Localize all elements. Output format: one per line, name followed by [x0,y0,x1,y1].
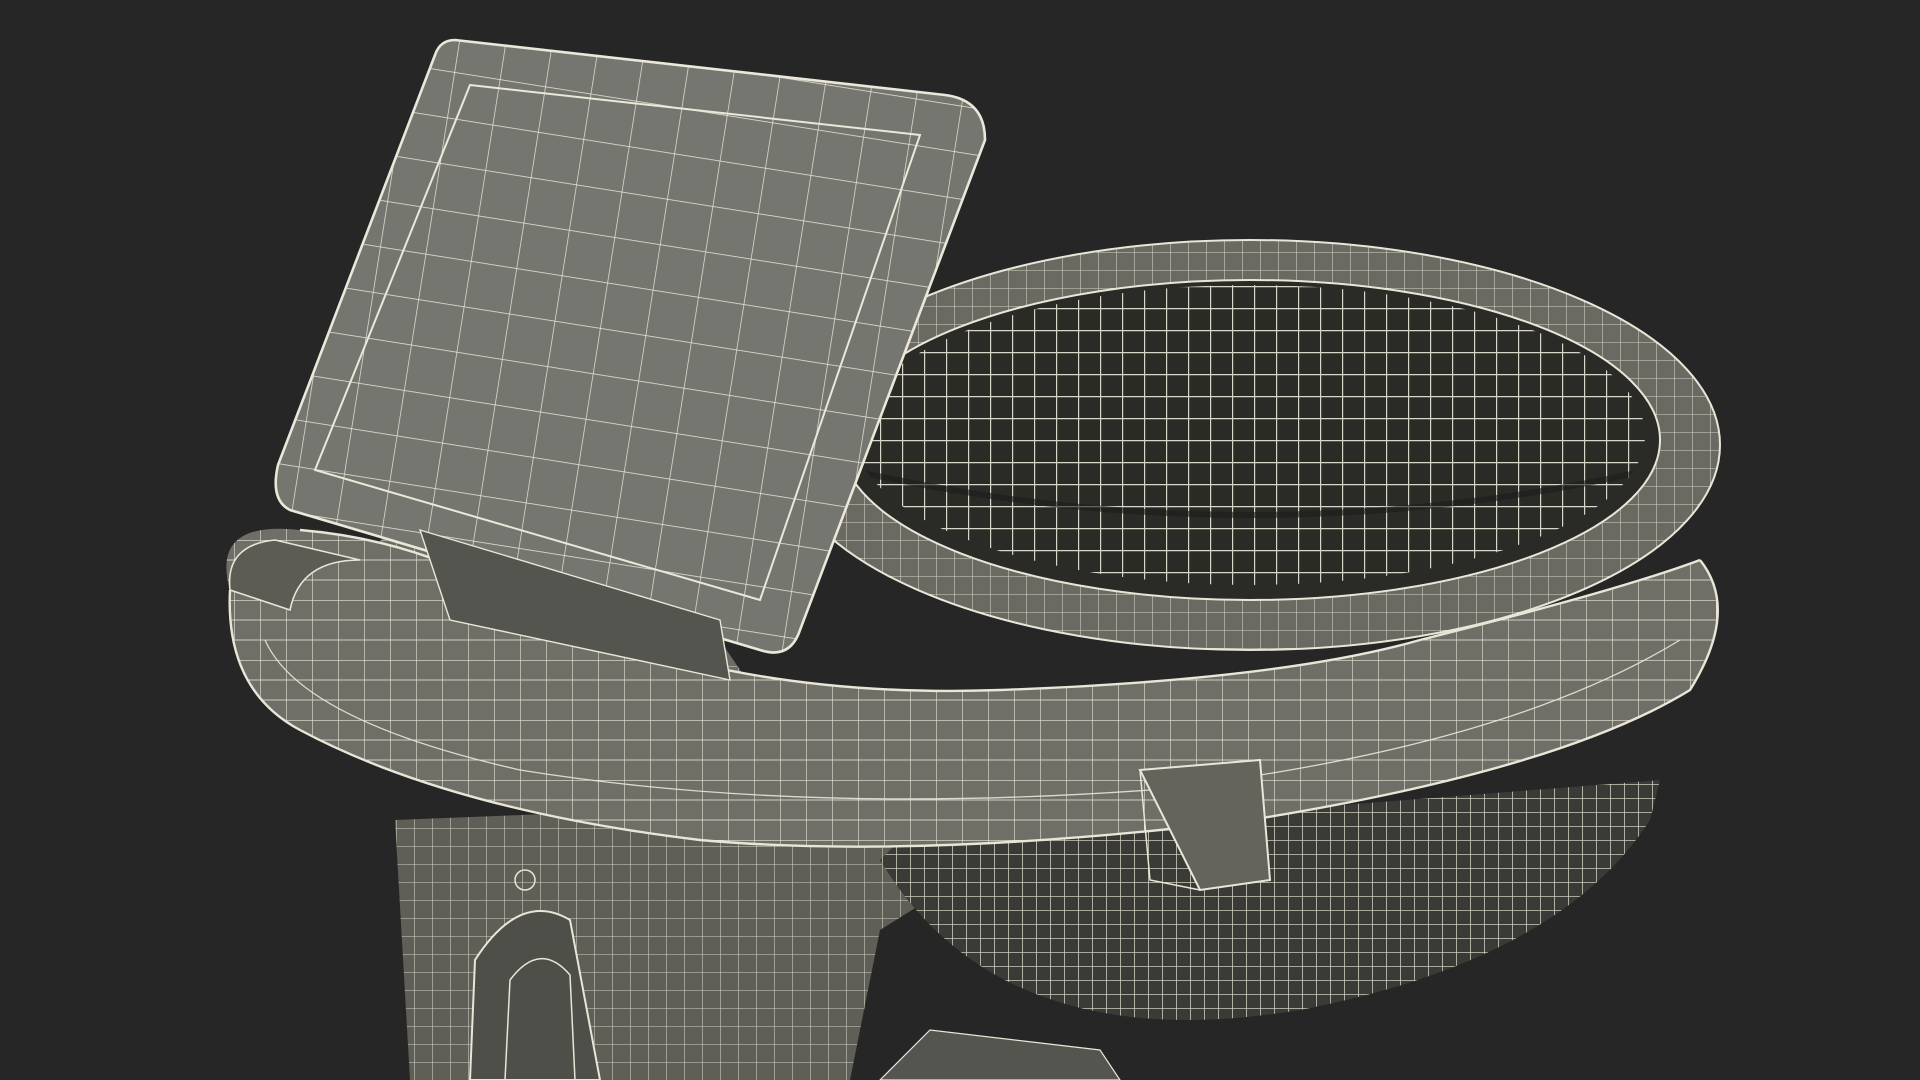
wireframe-render [226,38,1721,1080]
render-viewport [0,0,1920,1080]
